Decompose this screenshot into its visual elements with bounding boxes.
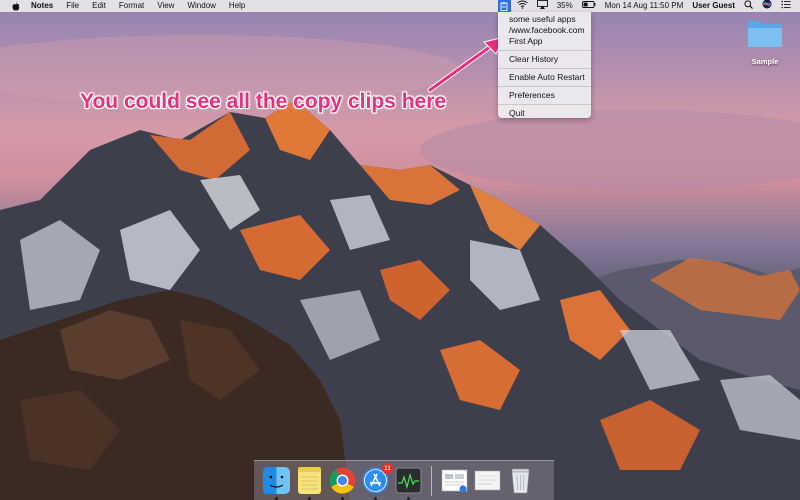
menu-separator: [498, 50, 591, 51]
apple-icon[interactable]: [11, 1, 21, 11]
battery-icon[interactable]: [581, 0, 596, 12]
clipboard-icon[interactable]: [497, 0, 511, 12]
clip-item[interactable]: some useful apps: [498, 14, 591, 25]
menu-help[interactable]: Help: [229, 0, 245, 12]
clock-text[interactable]: Mon 14 Aug 11:50 PM: [605, 0, 684, 12]
menu-separator: [498, 68, 591, 69]
clipboard-history-menu: some useful apps /www.facebook.com First…: [498, 12, 591, 118]
menu-view[interactable]: View: [157, 0, 174, 12]
airplay-icon[interactable]: [536, 0, 548, 13]
preferences-item[interactable]: Preferences: [498, 90, 591, 101]
document-icon[interactable]: [474, 467, 501, 494]
preview-icon[interactable]: [441, 467, 468, 494]
menubar-status-area: 35% Mon 14 Aug 11:50 PM User Guest: [497, 0, 800, 13]
trash-icon[interactable]: [507, 467, 534, 494]
menu-file[interactable]: File: [66, 0, 79, 12]
menu-window[interactable]: Window: [187, 0, 215, 12]
app-store-badge: 11: [382, 463, 393, 474]
clip-item[interactable]: First App: [498, 36, 591, 47]
clip-item[interactable]: /www.facebook.com: [498, 25, 591, 36]
wifi-icon[interactable]: [516, 0, 528, 13]
quit-item[interactable]: Quit: [498, 108, 591, 119]
siri-icon[interactable]: [762, 0, 772, 13]
menu-format[interactable]: Format: [119, 0, 144, 12]
menu-separator: [498, 104, 591, 105]
chrome-icon[interactable]: [329, 467, 356, 500]
enable-auto-restart-item[interactable]: Enable Auto Restart: [498, 72, 591, 83]
menu-separator: [498, 86, 591, 87]
dock-divider: [431, 465, 432, 496]
notes-icon[interactable]: [296, 467, 323, 500]
dock: 11: [254, 460, 554, 500]
user-menu[interactable]: User Guest: [692, 0, 735, 12]
app-store-icon[interactable]: 11: [362, 463, 393, 500]
annotation-text: You could see all the copy clips here: [80, 90, 447, 113]
notification-center-icon[interactable]: [781, 0, 791, 13]
annotation-arrow: [427, 36, 505, 93]
battery-percentage[interactable]: 35%: [557, 0, 573, 12]
spotlight-icon[interactable]: [744, 0, 753, 13]
menu-app-name[interactable]: Notes: [31, 0, 53, 12]
clear-history-item[interactable]: Clear History: [498, 54, 591, 65]
menu-edit[interactable]: Edit: [92, 0, 106, 12]
finder-icon[interactable]: [263, 467, 290, 500]
menu-bar: Notes File Edit Format View Window Help …: [0, 0, 800, 12]
activity-monitor-icon[interactable]: [395, 467, 422, 500]
